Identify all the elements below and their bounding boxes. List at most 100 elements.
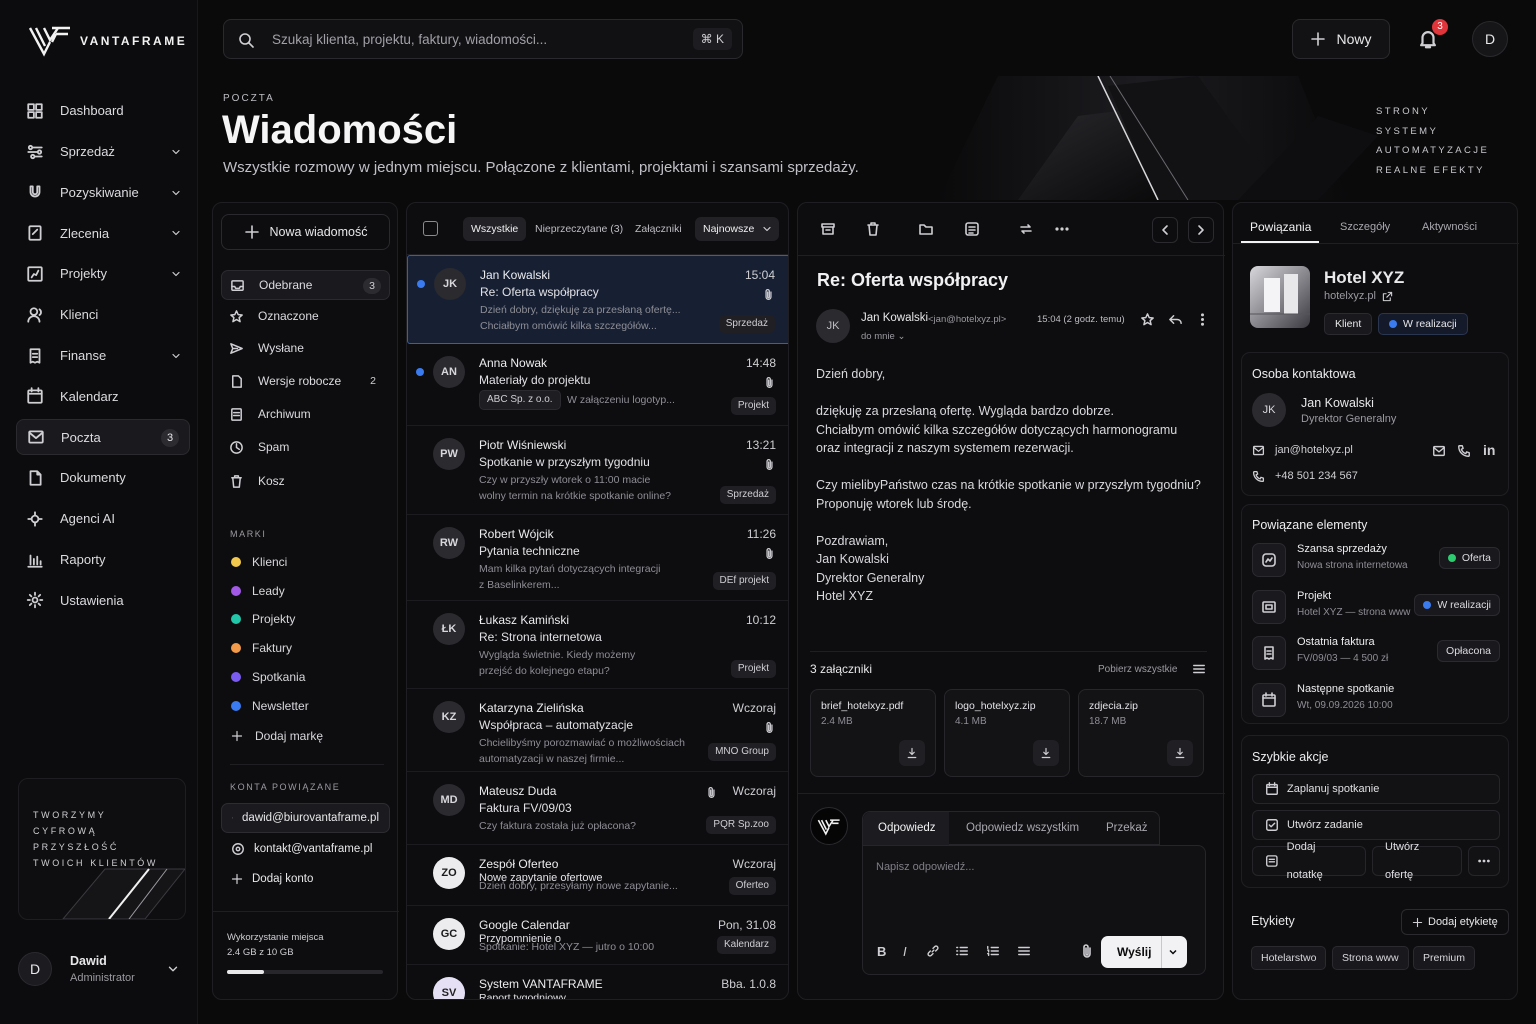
tab-activities[interactable]: Aktywności <box>1422 221 1477 233</box>
sidebar-item-ustawienia[interactable]: Ustawienia <box>16 583 190 619</box>
add-label-button[interactable]: Dodaj etykietę <box>1401 909 1509 935</box>
sidebar-item-dokumenty[interactable]: Dokumenty <box>16 460 190 496</box>
kebab-menu-icon[interactable] <box>1195 312 1210 327</box>
sidebar-item-kalendarz[interactable]: Kalendarz <box>16 379 190 415</box>
bold-button[interactable]: B <box>877 944 886 959</box>
add-note-button[interactable]: Dodaj notatkę <box>1252 841 1366 881</box>
folder-wersje-robocze[interactable]: Wersje robocze 2 <box>221 366 390 396</box>
related-item[interactable]: Szansa sprzedaży Nowa strona internetowa… <box>1252 539 1500 583</box>
convert-icon[interactable] <box>1018 221 1034 237</box>
folder-kosz[interactable]: Kosz <box>221 466 390 496</box>
tab-relations[interactable]: Powiązania <box>1250 220 1311 234</box>
notifications-button[interactable]: 3 <box>1410 19 1448 57</box>
related-item[interactable]: Następne spotkanie Wt, 09.09.2026 10:00 <box>1252 679 1500 723</box>
download-all-link[interactable]: Pobierz wszystkie <box>1098 664 1177 675</box>
trash-icon[interactable] <box>865 221 881 237</box>
create-offer-button[interactable]: Utwórz ofertę <box>1372 841 1462 881</box>
message-row[interactable]: JK Jan Kowalski 15:04 Re: Oferta współpracy… <box>407 255 788 344</box>
send-button[interactable]: Wyślij <box>1101 936 1187 968</box>
sidebar-item-raporty[interactable]: Raporty <box>16 542 190 578</box>
message-row[interactable]: RW Robert Wójcik 11:26 Pytania techniczne Ma… <box>407 515 788 601</box>
align-icon[interactable] <box>1017 944 1031 958</box>
tag-item[interactable]: Projekty <box>231 612 295 626</box>
tab-details[interactable]: Szczegóły <box>1340 221 1390 233</box>
star-icon[interactable] <box>1140 312 1155 327</box>
message-row[interactable]: AN Anna Nowak 14:48 Materiały do projektu AB… <box>407 344 788 426</box>
move-folder-icon[interactable] <box>918 221 934 237</box>
sidebar-item-sprzedaż[interactable]: Sprzedaż <box>16 134 190 170</box>
message-row[interactable]: SV System VANTAFRAME Bba. 1.0.8 Raport tygo… <box>407 965 788 999</box>
linked-account[interactable]: dawid@biurovantaframe.pl <box>221 803 390 833</box>
sidebar-item-poczta[interactable]: Poczta 3 <box>16 419 190 455</box>
sidebar-item-klienci[interactable]: Klienci <box>16 297 190 333</box>
reply-input[interactable]: Napisz odpowiedź... <box>876 861 974 873</box>
tab-forward[interactable]: Przekaż <box>1106 822 1148 834</box>
brand-logo[interactable]: VANTAFRAME <box>28 24 187 58</box>
sidebar-item-zlecenia[interactable]: Zlecenia <box>16 215 190 251</box>
schedule-meeting-button[interactable]: Zaplanuj spotkanie <box>1252 774 1500 804</box>
chevron-down-icon[interactable] <box>1167 946 1179 958</box>
tag-item[interactable]: Spotkania <box>231 670 305 684</box>
account-avatar[interactable]: D <box>1472 21 1508 57</box>
attachment-card[interactable]: brief_hotelxyz.pdf 2.4 MB <box>810 689 936 777</box>
linkedin-icon[interactable]: in <box>1483 442 1495 458</box>
label-chip[interactable]: Premium <box>1413 946 1476 970</box>
folder-spam[interactable]: Spam <box>221 432 390 462</box>
user-profile[interactable]: D Dawid Administrator <box>18 950 188 990</box>
recipient-dropdown[interactable]: do mnie ⌄ <box>861 331 905 342</box>
tab-reply-all[interactable]: Odpowiedz wszystkim <box>966 822 1079 834</box>
prev-message-button[interactable] <box>1152 217 1178 243</box>
list-view-icon[interactable] <box>1192 662 1206 676</box>
filter-attachments[interactable]: Załączniki <box>627 217 690 241</box>
tag-item[interactable]: Newsletter <box>231 699 309 713</box>
attach-icon[interactable] <box>1079 943 1095 959</box>
select-all-checkbox[interactable] <box>423 221 438 236</box>
folder-archiwum[interactable]: Archiwum <box>221 399 390 429</box>
contact-phone[interactable]: +48 501 234 567 <box>1275 470 1358 482</box>
label-chip[interactable]: Hotelarstwo <box>1251 946 1327 970</box>
folder-odebrane[interactable]: Odebrane 3 <box>221 270 390 300</box>
tab-reply[interactable]: Odpowiedz <box>878 822 936 834</box>
numbered-list-icon[interactable] <box>986 944 1000 958</box>
next-message-button[interactable] <box>1188 217 1214 243</box>
more-actions-button[interactable] <box>1468 846 1500 876</box>
sidebar-item-agenci-ai[interactable]: Agenci AI <box>16 501 190 537</box>
task-icon[interactable] <box>964 221 980 237</box>
sidebar-item-projekty[interactable]: Projekty <box>16 256 190 292</box>
message-row[interactable]: ZO Zespół Oferteo Wczoraj Nowe zapytanie of… <box>407 845 788 906</box>
linked-account[interactable]: kontakt@vantaframe.pl <box>221 834 390 864</box>
italic-button[interactable]: I <box>903 944 907 959</box>
archive-icon[interactable] <box>820 221 836 237</box>
attachment-card[interactable]: zdjecia.zip 18.7 MB <box>1078 689 1204 777</box>
global-search[interactable]: Szukaj klienta, projektu, faktury, wiado… <box>223 19 743 59</box>
message-row[interactable]: PW Piotr Wiśniewski 13:21 Spotkanie w przys… <box>407 426 788 515</box>
sidebar-item-pozyskiwanie[interactable]: Pozyskiwanie <box>16 175 190 211</box>
more-icon[interactable] <box>1054 221 1070 237</box>
related-item[interactable]: Ostatnia faktura FV/09/03 — 4 500 zł Opł… <box>1252 632 1500 676</box>
add-account-button[interactable]: Dodaj konto <box>221 864 390 894</box>
tag-item[interactable]: Faktury <box>231 641 292 655</box>
reply-editor[interactable]: Napisz odpowiedź... B I Wyślij <box>862 845 1206 975</box>
sidebar-item-dashboard[interactable]: Dashboard <box>16 93 190 129</box>
email-action-icon[interactable] <box>1432 444 1446 458</box>
label-chip[interactable]: Strona www <box>1332 946 1409 970</box>
sort-dropdown[interactable]: Najnowsze <box>695 217 779 241</box>
tag-item[interactable]: Leady <box>231 584 285 598</box>
download-button[interactable] <box>1033 740 1059 766</box>
download-button[interactable] <box>1167 740 1193 766</box>
attachment-card[interactable]: logo_hotelxyz.zip 4.1 MB <box>944 689 1070 777</box>
add-tag-button[interactable]: Dodaj markę <box>231 729 323 743</box>
message-row[interactable]: GC Google Calendar Pon, 31.08 Przypomnienie… <box>407 906 788 965</box>
link-icon[interactable] <box>926 944 940 958</box>
message-row[interactable]: ŁK Łukasz Kamiński 10:12 Re: Strona interne… <box>407 601 788 689</box>
search-input[interactable]: Szukaj klienta, projektu, faktury, wiado… <box>272 32 547 47</box>
folder-oznaczone[interactable]: Oznaczone <box>221 301 390 331</box>
filter-all[interactable]: Wszystkie <box>463 217 527 241</box>
filter-unread[interactable]: Nieprzeczytane (3) <box>527 217 631 241</box>
download-button[interactable] <box>899 740 925 766</box>
reply-icon[interactable] <box>1168 312 1183 327</box>
call-icon[interactable] <box>1457 444 1471 458</box>
message-row[interactable]: KZ Katarzyna Zielińska Wczoraj Współpraca –… <box>407 689 788 772</box>
related-item[interactable]: Projekt Hotel XYZ — strona www W realiza… <box>1252 586 1500 630</box>
contact-email[interactable]: jan@hotelxyz.pl <box>1275 444 1353 456</box>
